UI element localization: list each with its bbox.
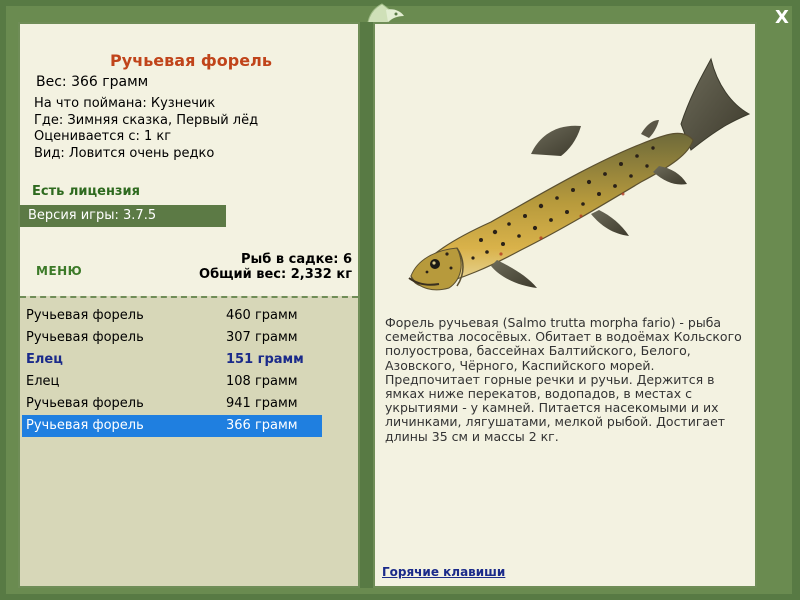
catch-list-item[interactable]: Ручьевая форель 307 грамм — [22, 327, 322, 349]
catch-list-item[interactable]: Елец 151 грамм — [22, 349, 322, 371]
caught-on-text: На что поймана: Кузнечик — [34, 96, 216, 111]
license-status: Есть лицензия — [32, 184, 140, 199]
fish-description: Форель ручьевая (Salmo trutta morpha far… — [385, 315, 742, 444]
fish-description-panel: Форель ручьевая (Salmo trutta morpha far… — [373, 22, 757, 588]
catch-fish-name: Елец — [26, 352, 63, 367]
catch-list: Ручьевая форель 460 грамм Ручьевая форель 3… — [22, 305, 322, 437]
location-text: Где: Зимняя сказка, Первый лёд — [34, 112, 259, 128]
catch-list-item[interactable]: Ручьевая форель 366 грамм — [22, 415, 322, 437]
cage-total-weight: Общий вес: 2,332 кг — [199, 267, 352, 282]
catch-fish-name: Ручьевая форель — [26, 308, 144, 323]
fish-weight: Вес: 366 грамм — [36, 74, 149, 90]
rarity-text: Вид: Ловится очень редко — [34, 145, 215, 161]
catch-fish-name: Ручьевая форель — [26, 418, 144, 433]
cage-count: Рыб в садке: 6 — [240, 252, 352, 267]
valuation-text: Оценивается с: 1 кг — [34, 129, 172, 144]
catch-list-item[interactable]: Ручьевая форель 941 грамм — [22, 393, 322, 415]
brown-trout-image — [408, 57, 751, 291]
hotkeys-link[interactable]: Горячие клавиши — [382, 565, 505, 579]
catch-fish-weight: 108 грамм — [226, 374, 298, 389]
catch-fish-weight: 366 грамм — [226, 418, 298, 433]
catch-fish-weight: 460 грамм — [226, 308, 298, 323]
catch-fish-weight: 151 грамм — [226, 352, 304, 367]
catch-fish-name: Ручьевая форель — [26, 396, 144, 411]
catch-fish-weight: 941 грамм — [226, 396, 298, 411]
catch-fish-name: Ручьевая форель — [26, 330, 144, 345]
close-button[interactable]: X — [770, 8, 794, 28]
fish-title: Ручьевая форель — [110, 51, 272, 70]
panel-separator — [360, 22, 373, 588]
catch-fish-name: Елец — [26, 374, 60, 389]
catch-fish-weight: 307 грамм — [226, 330, 298, 345]
fish-details: На что поймана: Кузнечик Где: Зимняя ска… — [34, 96, 258, 162]
fish-info-panel: Ручьевая форель Вес: 366 грамм На что по… — [18, 22, 360, 588]
catch-list-item[interactable]: Елец 108 грамм — [22, 371, 322, 393]
cage-stats: Рыб в садке: 6 Общий вес: 2,332 кг — [199, 252, 352, 282]
catch-list-item[interactable]: Ручьевая форель 460 грамм — [22, 305, 322, 327]
version-bar: Версия игры: 3.7.5 — [20, 205, 226, 227]
menu-button[interactable]: МЕНЮ — [36, 264, 82, 278]
divider — [20, 296, 358, 298]
